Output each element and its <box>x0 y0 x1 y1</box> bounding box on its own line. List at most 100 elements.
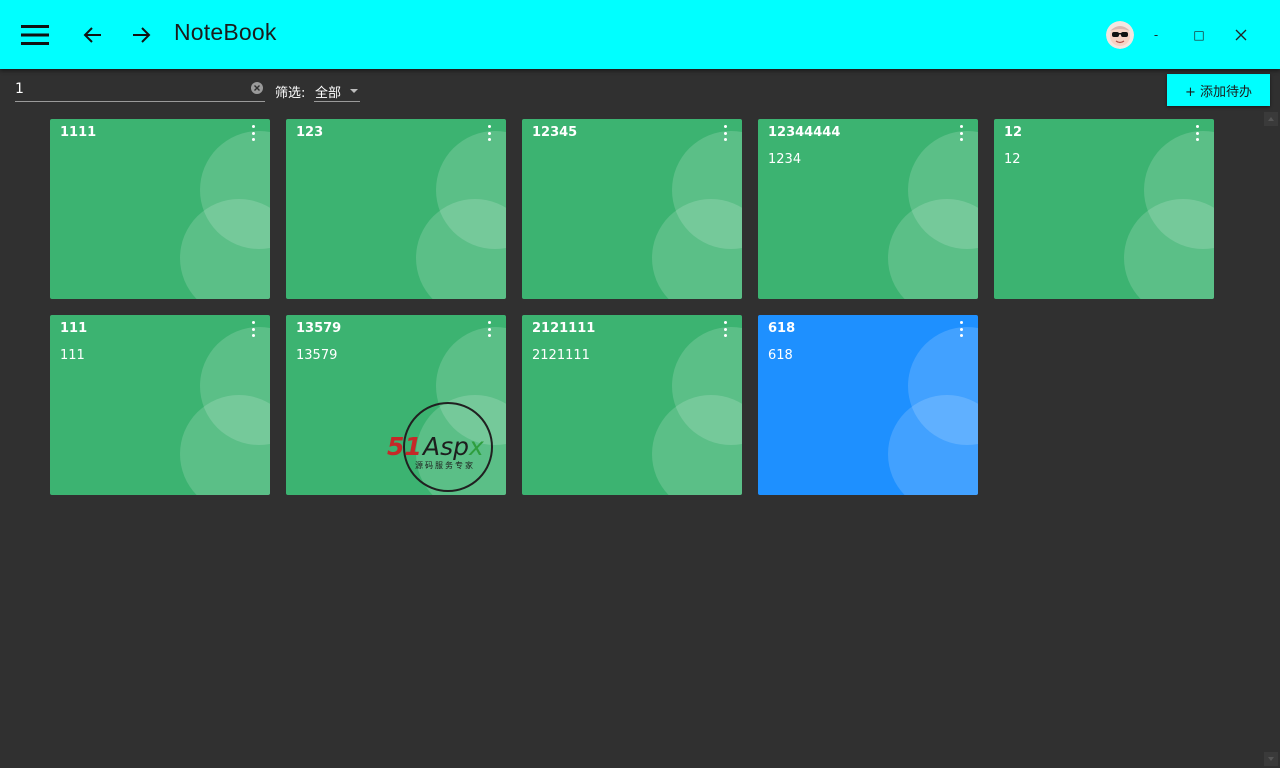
more-vertical-icon <box>723 131 727 135</box>
todo-card[interactable]: 12 12 <box>994 119 1214 299</box>
card-decor-circle <box>1124 199 1214 299</box>
card-title: 13579 <box>296 321 342 336</box>
more-vertical-icon <box>251 131 255 135</box>
card-title: 123 <box>296 125 324 140</box>
search-box <box>15 78 265 102</box>
filter-dropdown[interactable]: 全部 <box>314 80 360 102</box>
card-content: 111 <box>60 348 85 363</box>
scroll-down-button[interactable] <box>1264 752 1278 766</box>
card-title: 12344444 <box>768 125 841 140</box>
card-more-button[interactable] <box>1190 124 1204 142</box>
watermark-brand-dark: Asp <box>423 432 469 461</box>
more-vertical-icon <box>251 334 255 337</box>
more-vertical-icon <box>723 321 727 324</box>
more-vertical-icon <box>251 327 255 331</box>
card-decor-circle <box>416 199 506 299</box>
close-button[interactable] <box>1220 14 1262 56</box>
more-vertical-icon <box>1195 131 1199 135</box>
menu-button[interactable] <box>13 13 57 57</box>
more-vertical-icon <box>487 138 491 141</box>
card-decor-circle <box>652 199 742 299</box>
title-bar: NoteBook - □ <box>0 0 1280 69</box>
more-vertical-icon <box>251 321 255 324</box>
card-more-button[interactable] <box>482 124 496 142</box>
card-decor-circle <box>652 395 742 495</box>
more-vertical-icon <box>487 334 491 337</box>
card-content: 1234 <box>768 152 802 167</box>
chevron-down-icon <box>350 89 358 93</box>
more-vertical-icon <box>723 334 727 337</box>
card-decor-circle <box>888 199 978 299</box>
more-vertical-icon <box>959 131 963 135</box>
todo-card[interactable]: 2121111 2121111 <box>522 315 742 495</box>
more-vertical-icon <box>723 138 727 141</box>
card-more-button[interactable] <box>954 124 968 142</box>
more-vertical-icon <box>959 321 963 324</box>
scroll-up-button[interactable] <box>1264 112 1278 126</box>
more-vertical-icon <box>487 321 491 324</box>
avatar-icon <box>1106 21 1134 49</box>
todo-card[interactable]: 12344444 1234 <box>758 119 978 299</box>
more-vertical-icon <box>1195 125 1199 128</box>
more-vertical-icon <box>487 327 491 331</box>
card-title: 12 <box>1004 125 1023 140</box>
watermark-logo: 51 Aspx 源码服务专家 <box>385 402 513 494</box>
more-vertical-icon <box>959 334 963 337</box>
back-button[interactable] <box>71 13 115 57</box>
close-icon <box>1235 29 1247 41</box>
more-vertical-icon <box>1195 138 1199 141</box>
card-more-button[interactable] <box>718 320 732 338</box>
card-content: 618 <box>768 348 793 363</box>
card-content: 12 <box>1004 152 1021 167</box>
more-vertical-icon <box>487 125 491 128</box>
watermark-brand-red: 51 <box>387 432 422 461</box>
card-content: 2121111 <box>532 348 590 363</box>
app-title: NoteBook <box>174 19 277 45</box>
maximize-button[interactable]: □ <box>1178 14 1220 56</box>
card-more-button[interactable] <box>246 124 260 142</box>
more-vertical-icon <box>959 327 963 331</box>
filter-selected-value: 全部 <box>315 86 342 101</box>
search-input[interactable] <box>15 78 245 100</box>
user-avatar[interactable] <box>1106 21 1134 49</box>
arrow-left-icon <box>83 27 101 43</box>
minimize-button[interactable]: - <box>1135 14 1177 56</box>
card-decor-circle <box>180 199 270 299</box>
hamburger-icon <box>21 25 49 45</box>
card-more-button[interactable] <box>482 320 496 338</box>
scroll-down-icon <box>1268 757 1274 761</box>
todo-card[interactable]: 111 111 <box>50 315 270 495</box>
more-vertical-icon <box>487 131 491 135</box>
add-todo-button[interactable]: + 添加待办 <box>1167 74 1270 106</box>
todo-card[interactable]: 1111 <box>50 119 270 299</box>
arrow-right-icon <box>133 27 151 43</box>
card-title: 1111 <box>60 125 97 140</box>
card-more-button[interactable] <box>246 320 260 338</box>
scroll-up-icon <box>1268 117 1274 121</box>
card-title: 111 <box>60 321 88 336</box>
card-content: 13579 <box>296 348 338 363</box>
card-title: 12345 <box>532 125 578 140</box>
card-decor-circle <box>180 395 270 495</box>
todo-card[interactable]: 123 <box>286 119 506 299</box>
more-vertical-icon <box>251 125 255 128</box>
filter-label: 筛选: <box>275 86 306 101</box>
more-vertical-icon <box>723 327 727 331</box>
clear-search-button[interactable] <box>250 80 264 94</box>
card-title: 2121111 <box>532 321 596 336</box>
watermark-brand: Aspx <box>423 432 484 461</box>
card-more-button[interactable] <box>954 320 968 338</box>
more-vertical-icon <box>959 138 963 141</box>
card-decor-circle <box>888 395 978 495</box>
clear-circle-icon <box>251 82 263 94</box>
todo-card[interactable]: 12345 <box>522 119 742 299</box>
card-more-button[interactable] <box>718 124 732 142</box>
more-vertical-icon <box>959 125 963 128</box>
forward-button[interactable] <box>119 13 163 57</box>
todo-card[interactable]: 618 618 <box>758 315 978 495</box>
more-vertical-icon <box>251 138 255 141</box>
watermark-tagline: 源码服务专家 <box>415 461 475 470</box>
card-title: 618 <box>768 321 796 336</box>
watermark-brand-green: x <box>469 432 484 461</box>
more-vertical-icon <box>723 125 727 128</box>
